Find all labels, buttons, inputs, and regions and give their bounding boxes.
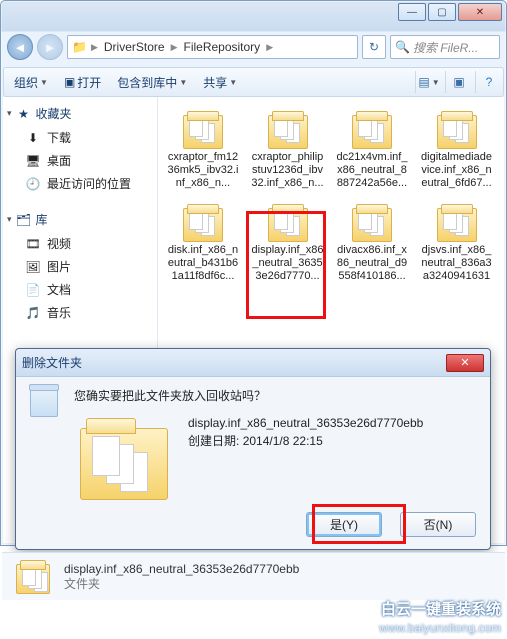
folder-item[interactable]: cxraptor_fm1236mk5_ibv32.inf_x86_n... [164,107,242,192]
dialog-question: 您确实要把此文件夹放入回收站吗？ [74,387,478,404]
sidebar-item-downloads[interactable]: ⬇下载 [7,126,153,149]
chevron-down-icon: ▾ [7,214,12,225]
sidebar-item-documents[interactable]: 📄文档 [7,278,153,301]
nav-forward-button[interactable]: ► [37,34,63,60]
music-icon: 🎵 [25,305,41,321]
folder-icon [179,202,227,242]
dialog-close-button[interactable]: ✕ [446,354,484,372]
folder-item[interactable]: divacx86.inf_x86_neutral_d9558f410186... [333,200,411,285]
folder-item[interactable]: disk.inf_x86_neutral_b431b61a11f8df6c... [164,200,242,285]
folder-icon [264,109,312,149]
view-mode-button[interactable]: ▤▼ [415,71,437,93]
open-icon: ▣ [64,75,75,89]
delete-confirm-dialog: 删除文件夹 ✕ 您确实要把此文件夹放入回收站吗？ display.inf_x86… [15,348,491,550]
no-button[interactable]: 否(N) [400,512,476,537]
folder-icon [74,414,174,500]
folder-item[interactable]: cxraptor_philipstuv1236d_ibv32.inf_x86_n… [249,107,327,192]
picture-icon: 🖼 [25,259,41,275]
download-icon: ⬇ [25,130,41,146]
file-grid: cxraptor_fm1236mk5_ibv32.inf_x86_n... cx… [164,107,498,285]
folder-icon [12,558,54,594]
recycle-bin-icon [30,387,58,417]
toolbar-include[interactable]: 包含到库中▼ [113,72,191,93]
preview-pane-button[interactable]: ▣ [445,71,467,93]
sidebar-item-pictures[interactable]: 🖼图片 [7,255,153,278]
library-icon: 🗂 [16,212,32,228]
toolbar: 组织▼ ▣打开 包含到库中▼ 共享▼ ▤▼ ▣ ? [3,67,504,97]
nav-back-button[interactable]: ◄ [7,34,33,60]
chevron-right-icon: ▶ [171,42,178,53]
highlight-box [312,504,406,544]
toolbar-open[interactable]: ▣打开 [60,72,105,93]
folder-icon [433,202,481,242]
video-icon: 🎞 [25,236,41,252]
refresh-button[interactable]: ↻ [362,35,386,59]
search-icon: 🔍 [395,40,410,54]
address-bar: ◄ ► 📁 ▶ DriverStore ▶ FileRepository ▶ ↻… [7,31,500,63]
selected-name: display.inf_x86_neutral_36353e26d7770ebb [64,562,299,577]
highlight-box [246,211,326,319]
toolbar-organize[interactable]: 组织▼ [10,72,52,93]
folder-item[interactable]: dc21x4vm.inf_x86_neutral_8887242a56e... [333,107,411,192]
folder-item[interactable]: digitalmediadevice.inf_x86_neutral_6fd67… [418,107,496,192]
sidebar-header-libraries[interactable]: ▾🗂库 [7,211,153,228]
sidebar-favorites: ▾★收藏夹 ⬇下载 🖥桌面 🕘最近访问的位置 [7,105,153,195]
star-icon: ★ [16,106,32,122]
breadcrumb-seg[interactable]: DriverStore [102,40,167,54]
dialog-file-meta: display.inf_x86_neutral_36353e26d7770ebb… [188,414,423,450]
folder-icon [348,202,396,242]
folder-icon [179,109,227,149]
dialog-body: 您确实要把此文件夹放入回收站吗？ display.inf_x86_neutral… [16,377,490,510]
dialog-titlebar: 删除文件夹 ✕ [16,349,490,377]
search-placeholder: 搜索 FileR... [413,39,478,56]
sidebar-libraries: ▾🗂库 🎞视频 🖼图片 📄文档 🎵音乐 [7,211,153,324]
dialog-filename: display.inf_x86_neutral_36353e26d7770ebb [188,414,423,432]
search-input[interactable]: 🔍 搜索 FileR... [390,35,500,59]
sidebar-item-videos[interactable]: 🎞视频 [7,232,153,255]
details-pane: display.inf_x86_neutral_36353e26d7770ebb… [2,552,505,600]
help-button[interactable]: ? [475,71,497,93]
sidebar-item-desktop[interactable]: 🖥桌面 [7,149,153,172]
chevron-right-icon: ▶ [266,42,273,53]
selected-type: 文件夹 [64,577,299,592]
window-close-button[interactable]: ✕ [458,3,502,21]
recent-icon: 🕘 [25,176,41,192]
minimize-button[interactable]: — [398,3,426,21]
folder-item[interactable]: djsvs.inf_x86_neutral_836a3a3240941631 [418,200,496,285]
chevron-down-icon: ▾ [7,108,12,119]
dialog-title: 删除文件夹 [22,354,82,371]
address-box[interactable]: 📁 ▶ DriverStore ▶ FileRepository ▶ [67,35,358,59]
sidebar-header-favorites[interactable]: ▾★收藏夹 [7,105,153,122]
chevron-right-icon: ▶ [91,42,98,53]
folder-icon [433,109,481,149]
folder-icon: 📁 [72,40,87,54]
maximize-button[interactable]: ▢ [428,3,456,21]
sidebar-item-music[interactable]: 🎵音乐 [7,301,153,324]
breadcrumb-seg[interactable]: FileRepository [181,40,262,54]
sidebar-item-recent[interactable]: 🕘最近访问的位置 [7,172,153,195]
folder-icon [348,109,396,149]
watermark: 白云一键重装系统 www.baiyunxitong.com [379,601,501,637]
document-icon: 📄 [25,282,41,298]
toolbar-share[interactable]: 共享▼ [199,72,241,93]
titlebar: — ▢ ✕ [1,1,506,31]
desktop-icon: 🖥 [25,153,41,169]
